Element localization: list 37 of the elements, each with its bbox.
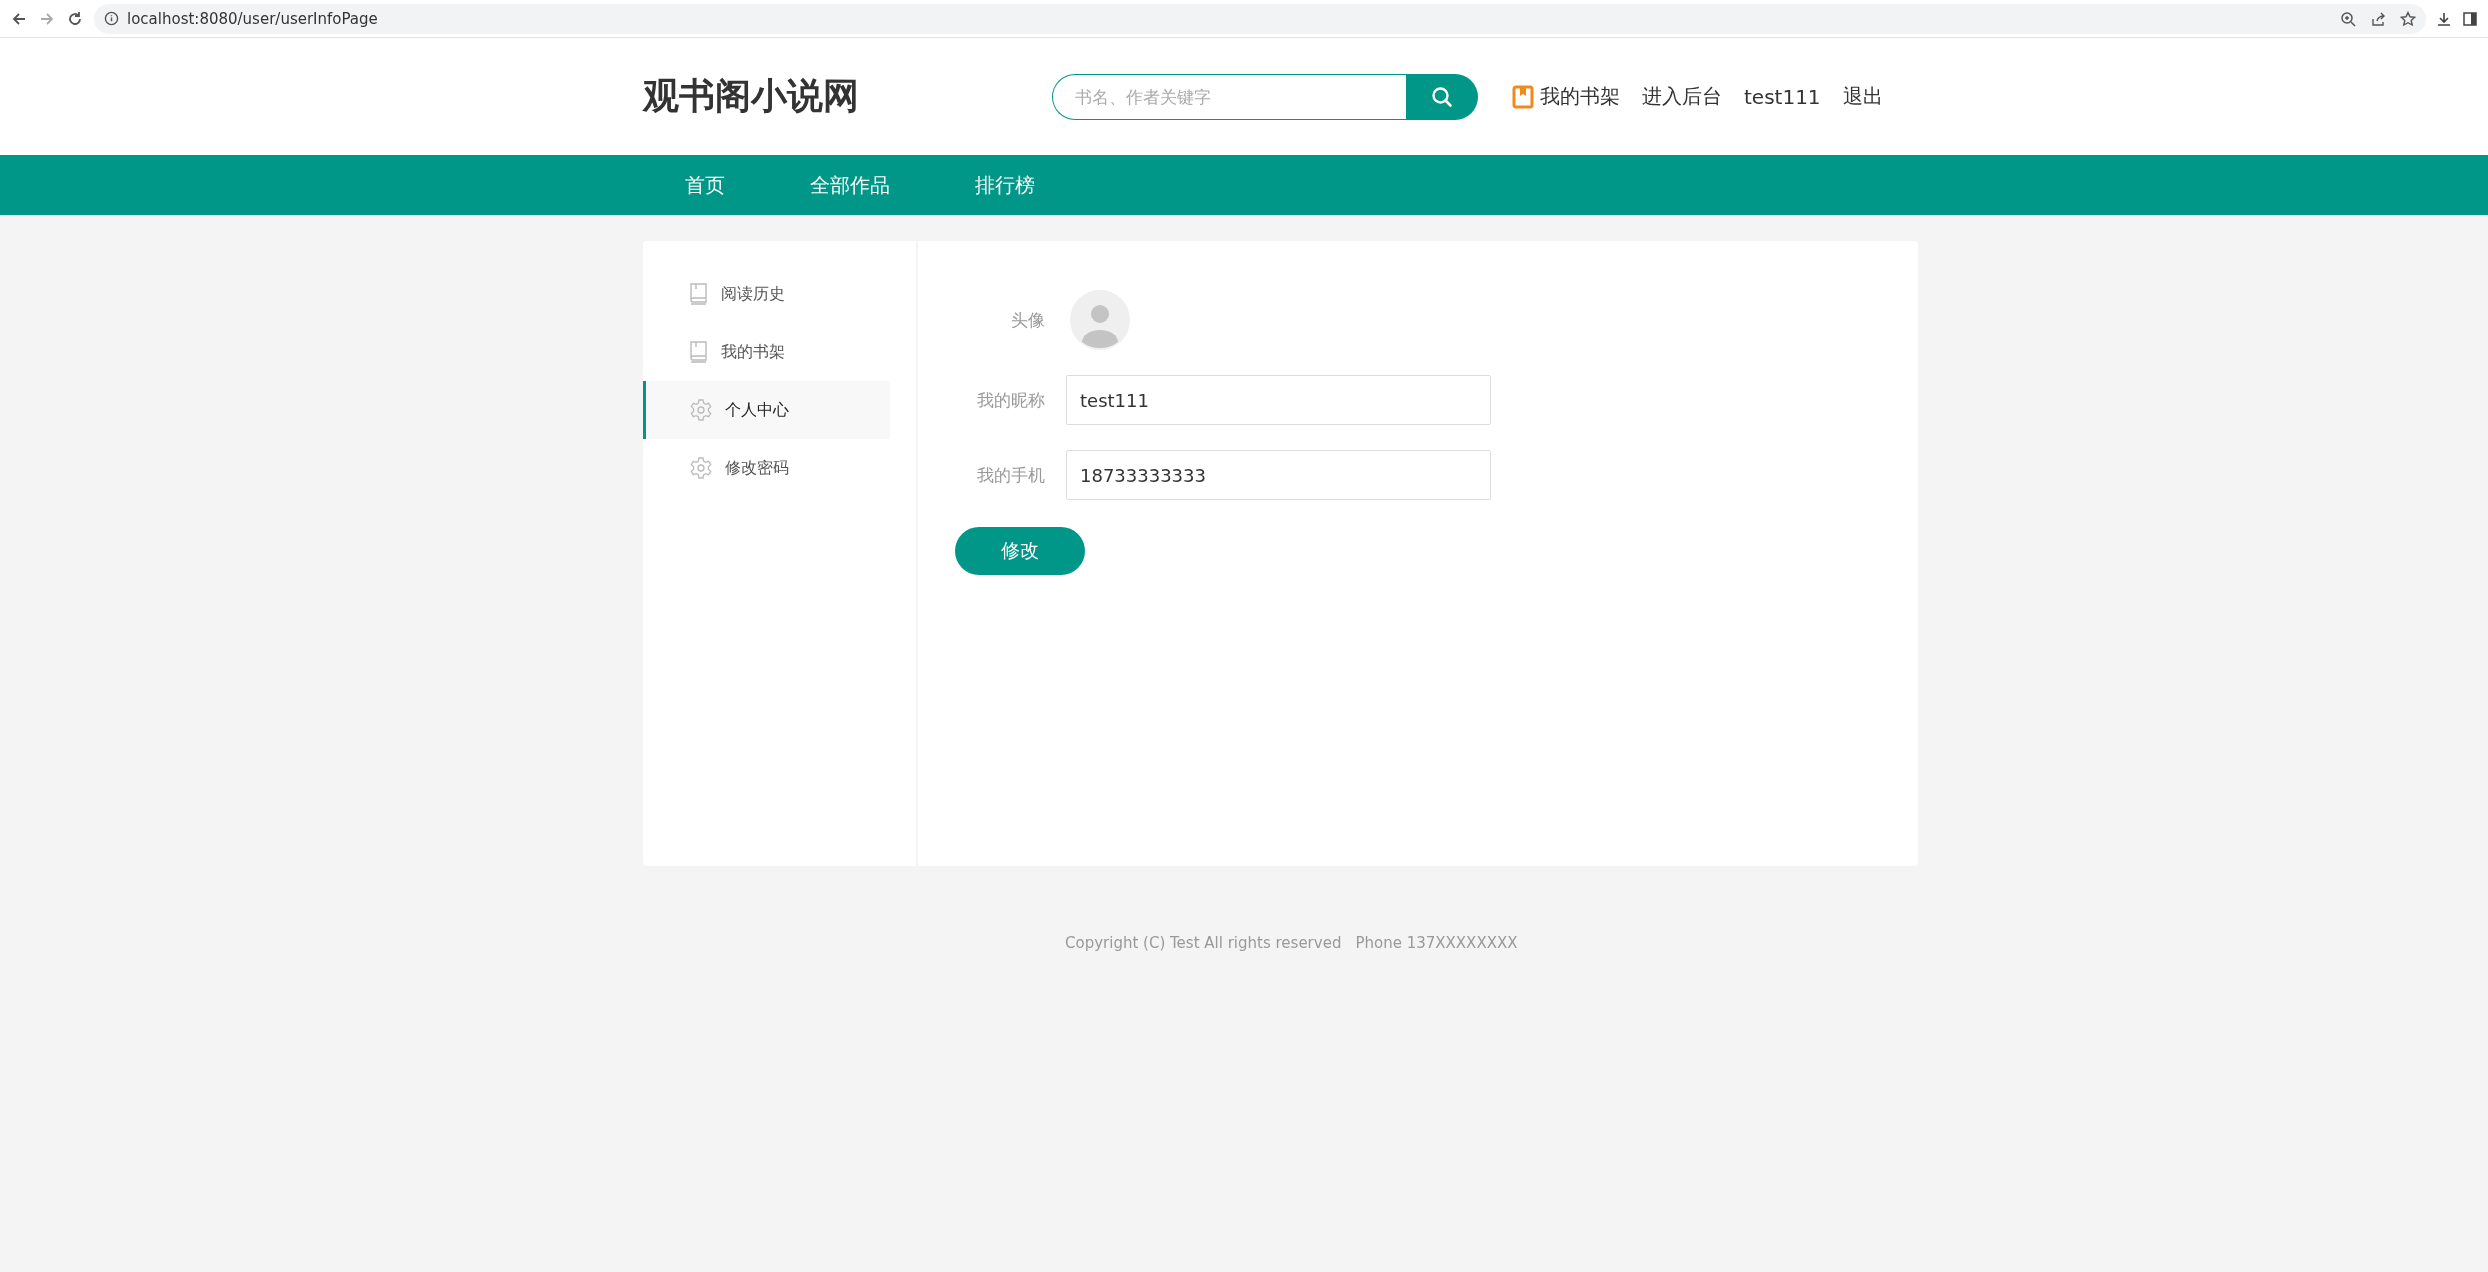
search-icon [1430, 84, 1454, 109]
address-bar[interactable]: localhost:8080/user/userInfoPage [94, 3, 2426, 34]
header-link[interactable]: 退出 [1842, 83, 1883, 110]
site-logo[interactable]: 观书阁小说网 [643, 72, 1052, 121]
bookshelf-link[interactable]: 我的书架 [1512, 83, 1620, 110]
url-text: localhost:8080/user/userInfoPage [127, 9, 378, 28]
sidebar-item[interactable]: 修改密码 [643, 439, 890, 497]
sidebar-item[interactable]: 个人中心 [643, 381, 890, 439]
book-icon [689, 340, 709, 364]
gear-icon [689, 398, 713, 422]
reload-icon[interactable] [66, 9, 84, 28]
submit-button[interactable]: 修改 [955, 527, 1085, 575]
input-field[interactable]: test111 [1066, 375, 1491, 425]
field-label: 我的昵称 [976, 388, 1045, 412]
bookmark-icon [1512, 84, 1534, 109]
info-icon[interactable] [104, 11, 119, 26]
input-field[interactable]: 18733333333 [1066, 450, 1491, 500]
sidebar-item[interactable]: 阅读历史 [643, 265, 890, 323]
nav-link[interactable]: 排行榜 [975, 171, 1035, 199]
copyright-text: Copyright (C) Test All rights reserved [1065, 934, 1342, 952]
side-panel-icon[interactable] [2462, 10, 2478, 27]
nav-link[interactable]: 首页 [685, 171, 725, 199]
phone-text: Phone 137XXXXXXXX [1355, 934, 1518, 952]
header-link[interactable]: 进入后台 [1642, 83, 1722, 110]
nav-link[interactable]: 全部作品 [810, 171, 890, 199]
search-field[interactable]: 书名、作者关键字 [1052, 73, 1406, 120]
gear-icon [689, 456, 713, 480]
sidebar-item[interactable]: 我的书架 [643, 323, 890, 381]
download-icon[interactable] [2436, 10, 2452, 27]
book-icon [689, 282, 709, 306]
field-label: 我的手机 [976, 463, 1045, 487]
zoom-icon[interactable] [2340, 10, 2356, 27]
header-link[interactable]: test111 [1744, 84, 1821, 109]
search-button[interactable] [1406, 73, 1478, 120]
avatar-label: 头像 [1010, 308, 1045, 332]
star-icon[interactable] [2400, 10, 2416, 27]
share-icon[interactable] [2370, 10, 2386, 27]
